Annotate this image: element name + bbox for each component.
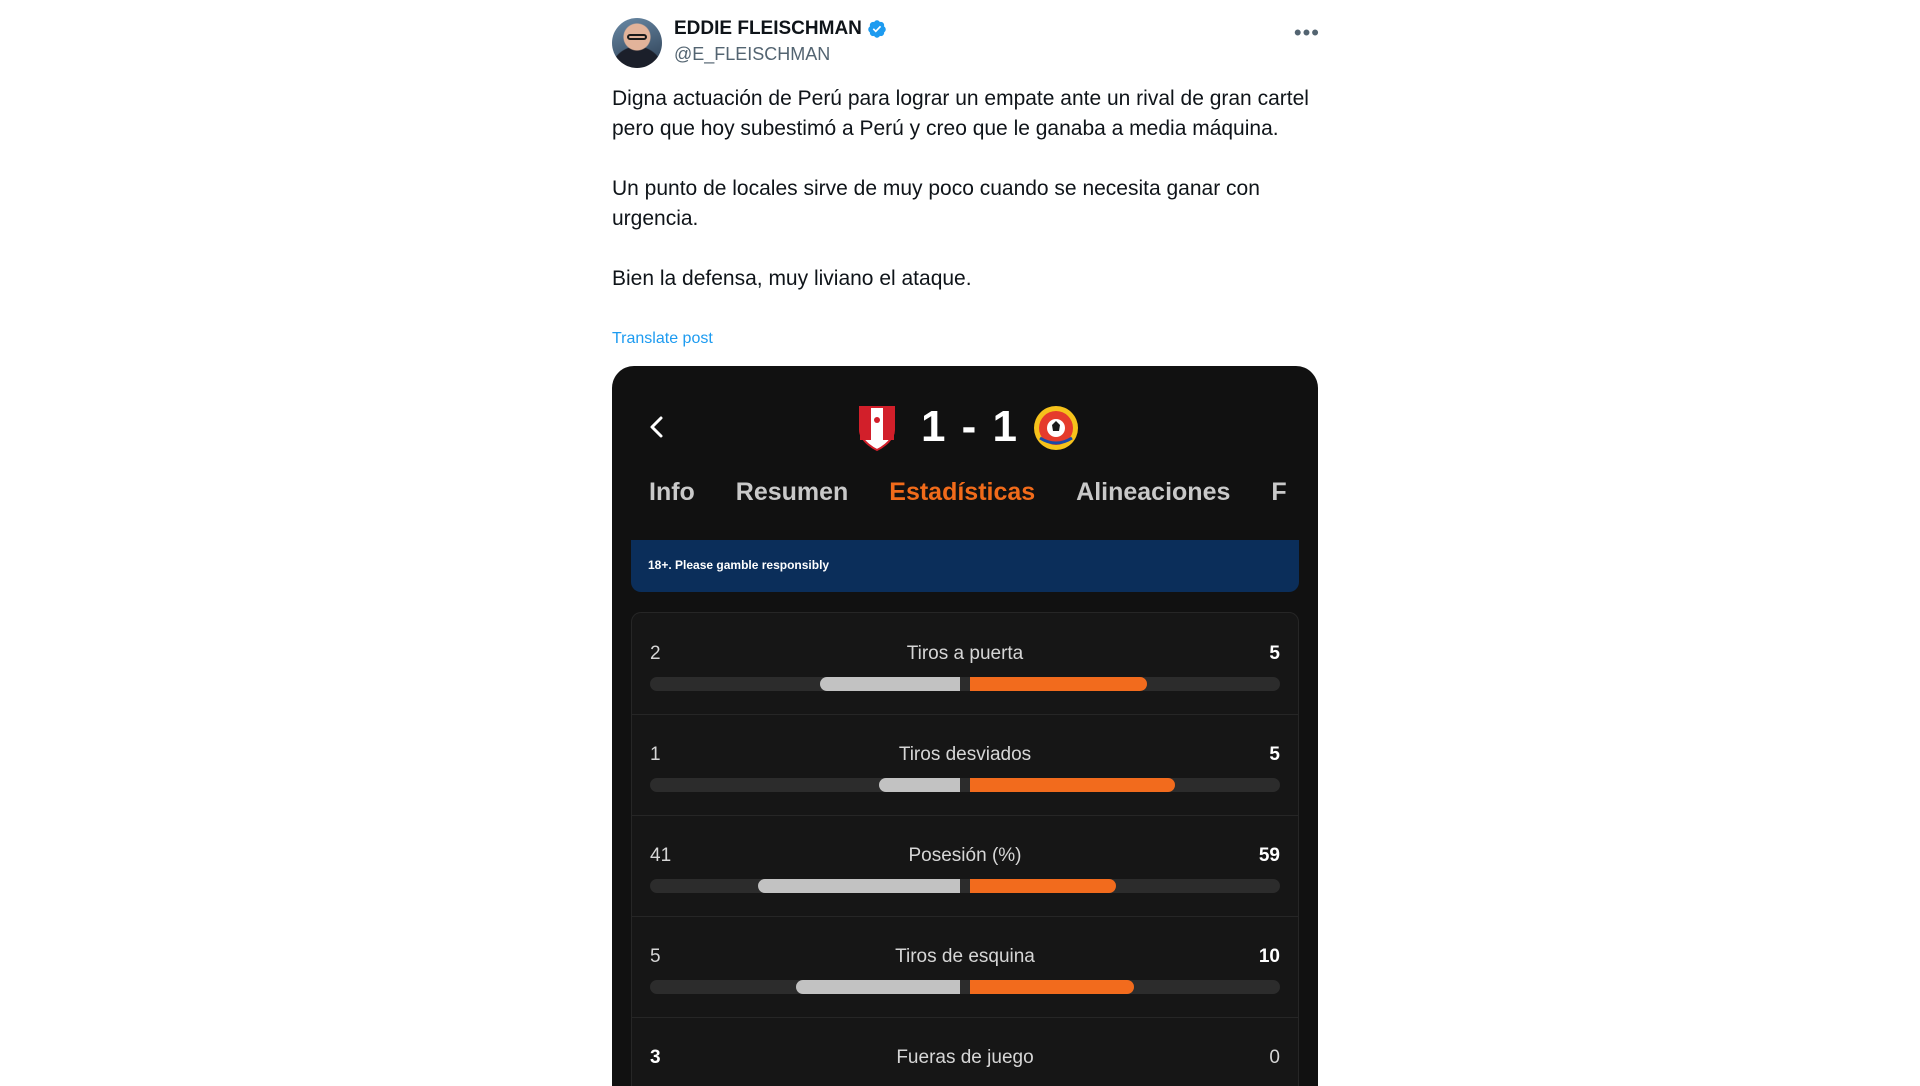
stat-home-bar — [758, 879, 960, 893]
stat-away-bar — [970, 980, 1134, 994]
stat-row: 41 Posesión (%) 59 — [632, 815, 1298, 917]
attached-image[interactable]: 1 - 1 Info Resumen Estadísticas Alineaci… — [612, 366, 1318, 1086]
stat-label: Tiros a puerta — [906, 643, 1024, 664]
post-paragraph: Un punto de locales sirve de muy poco cu… — [612, 177, 1260, 230]
author-handle[interactable]: @E_FLEISCHMAN — [674, 44, 830, 65]
stat-bar-track — [650, 980, 1280, 994]
stat-label: Posesión (%) — [908, 845, 1022, 866]
tab-estadisticas[interactable]: Estadísticas — [889, 478, 1035, 507]
stat-label: Tiros de esquina — [895, 946, 1035, 967]
match-score: 1 - 1 — [920, 402, 1020, 451]
stat-away-bar — [970, 677, 1147, 691]
author-name[interactable]: EDDIE FLEISCHMAN — [674, 18, 862, 40]
gambling-banner-text: 18+. Please gamble responsibly — [648, 558, 830, 572]
post-paragraph: Bien la defensa, muy liviano el ataque. — [612, 267, 972, 290]
avatar[interactable] — [612, 18, 662, 68]
stat-home-bar — [820, 677, 960, 691]
stat-away-value: 10 — [1258, 946, 1280, 967]
stat-row: 1 Tiros desviados 5 — [632, 714, 1298, 816]
stat-home-bar — [879, 778, 960, 792]
stat-away-value: 59 — [1258, 845, 1280, 866]
stat-away-value: 0 — [1269, 1047, 1280, 1068]
stat-row: 2 Tiros a puerta 5 — [632, 613, 1298, 715]
glasses-shape — [627, 34, 647, 40]
stat-away-value: 5 — [1269, 744, 1280, 765]
stat-label: Tiros desviados — [898, 744, 1032, 765]
author-name-row: EDDIE FLEISCHMAN — [674, 18, 887, 40]
stat-bar-track — [650, 778, 1280, 792]
stat-away-bar — [970, 778, 1175, 792]
more-options-icon[interactable]: ••• — [1294, 20, 1320, 46]
post-text: Digna actuación de Perú para lograr un e… — [612, 84, 1312, 324]
stat-away-value: 5 — [1269, 643, 1280, 664]
stat-home-bar — [796, 980, 960, 994]
scoreboard: 1 - 1 — [612, 400, 1318, 456]
match-tabs: Info Resumen Estadísticas Alineaciones F — [649, 478, 1318, 507]
peru-crest-icon — [859, 406, 895, 452]
stat-row: 5 Tiros de esquina 10 — [632, 916, 1298, 1018]
translate-post-link[interactable]: Translate post — [612, 330, 713, 348]
tab-resumen[interactable]: Resumen — [736, 478, 849, 507]
post-paragraph: Digna actuación de Perú para lograr un e… — [612, 87, 1309, 140]
stat-label: Fueras de juego — [896, 1047, 1034, 1068]
colombia-crest-icon — [1034, 406, 1078, 450]
stats-panel: 2 Tiros a puerta 5 1 Tiros desviados 5 4… — [631, 612, 1299, 1086]
tab-alineaciones[interactable]: Alineaciones — [1076, 478, 1230, 507]
stat-bar-track — [650, 879, 1280, 893]
tab-info[interactable]: Info — [649, 478, 695, 507]
tab-truncated[interactable]: F — [1271, 478, 1286, 507]
stat-away-bar — [970, 879, 1116, 893]
gambling-banner: 18+. Please gamble responsibly — [631, 540, 1299, 592]
stat-row: 3 Fueras de juego 0 — [632, 1017, 1298, 1086]
stat-bar-track — [650, 677, 1280, 691]
verified-badge-icon — [868, 20, 886, 38]
